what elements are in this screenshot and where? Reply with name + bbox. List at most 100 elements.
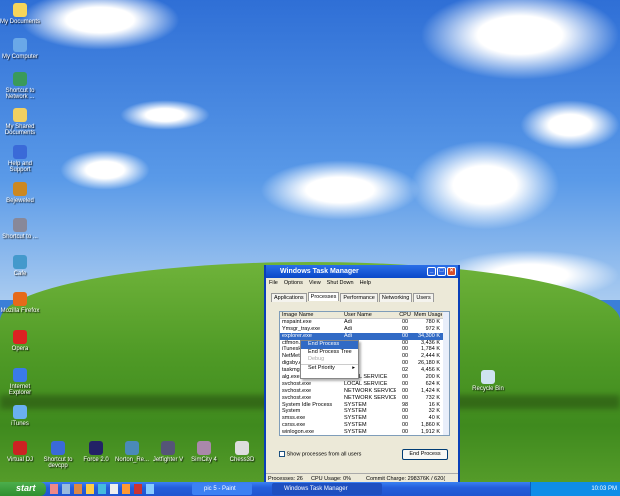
desktop-icon[interactable]: My Shared Documents bbox=[0, 108, 40, 136]
cloud bbox=[410, 140, 560, 230]
desktop-icon[interactable]: Norton_Re... bbox=[112, 441, 152, 463]
table-row[interactable]: explorer.exe Adi 00 34,300 K bbox=[280, 332, 449, 340]
desktop-icon[interactable]: My Computer bbox=[0, 38, 40, 60]
shortcut-icon bbox=[13, 330, 27, 344]
cell: 00 bbox=[401, 415, 409, 422]
desktop-icon[interactable]: Opera bbox=[0, 330, 40, 352]
shortcut-icon bbox=[13, 368, 27, 382]
taskbar-button-paint[interactable]: pic 5 - Paint bbox=[192, 483, 252, 495]
desktop-icon-recycle-bin[interactable]: Recycle Bin bbox=[468, 370, 508, 392]
cell: 00 bbox=[401, 339, 409, 346]
quick-launch-icon[interactable] bbox=[122, 484, 130, 494]
header-image-name[interactable]: Image Name bbox=[280, 312, 344, 318]
quick-launch-icon[interactable] bbox=[50, 484, 58, 494]
desktop-icon[interactable]: Mozilla Firefox bbox=[0, 292, 40, 314]
table-row[interactable]: svchost.exe NETWORK SERVICE 00 732 K bbox=[280, 395, 449, 402]
tab-users[interactable]: Users bbox=[413, 293, 434, 302]
desktop-icon[interactable]: Cafe bbox=[0, 255, 40, 277]
cell: svchost.exe bbox=[282, 380, 312, 387]
start-label: start bbox=[16, 483, 36, 493]
icon-label: Opera bbox=[11, 346, 29, 352]
header-cpu[interactable]: CPU bbox=[396, 312, 414, 318]
icon-label: Mozilla Firefox bbox=[0, 308, 40, 314]
menu-options[interactable]: Options bbox=[284, 280, 303, 286]
quick-launch-icon[interactable] bbox=[98, 484, 106, 494]
menu-end-process[interactable]: End Process bbox=[301, 341, 358, 349]
shortcut-icon bbox=[13, 405, 27, 419]
header-mem-usage[interactable]: Mem Usage bbox=[414, 312, 442, 318]
icon-label: My Documents bbox=[0, 19, 41, 25]
desktop-icon[interactable]: Internet Explorer bbox=[0, 368, 40, 396]
minimize-button[interactable]: _ bbox=[427, 267, 436, 276]
quick-launch-icon[interactable] bbox=[134, 484, 142, 494]
icon-label: Recycle Bin bbox=[472, 386, 504, 392]
shortcut-icon bbox=[13, 38, 27, 52]
cell: SYSTEM bbox=[344, 408, 367, 415]
cell: 1,912 K bbox=[421, 429, 440, 436]
header-user-name[interactable]: User Name bbox=[344, 312, 396, 318]
menu-help[interactable]: Help bbox=[360, 280, 371, 286]
menu-shut-down[interactable]: Shut Down bbox=[327, 280, 354, 286]
start-button[interactable]: start bbox=[0, 482, 46, 496]
tab-processes[interactable]: Processes bbox=[307, 292, 340, 301]
table-row[interactable]: smss.exe SYSTEM 00 40 K bbox=[280, 415, 449, 422]
cell: 00 bbox=[401, 353, 409, 360]
desktop-icon[interactable]: Shortcut to devcpp bbox=[38, 441, 78, 469]
shortcut-icon bbox=[13, 72, 27, 86]
tab-networking[interactable]: Networking bbox=[378, 293, 413, 302]
table-row[interactable]: mspaint.exe Adi 00 780 K bbox=[280, 319, 449, 326]
recycle-bin-icon bbox=[481, 370, 495, 384]
desktop-icon[interactable]: Jetfighter V bbox=[148, 441, 188, 463]
column-headers: Image Name User Name CPU Mem Usage bbox=[280, 312, 449, 319]
desktop-icon[interactable]: Help and Support bbox=[0, 145, 40, 173]
table-row[interactable]: svchost.exe LOCAL SERVICE 00 624 K bbox=[280, 381, 449, 388]
cell: SYSTEM bbox=[344, 415, 367, 422]
close-button[interactable]: × bbox=[447, 267, 456, 276]
cell: svchost.exe bbox=[282, 387, 312, 394]
cell: System Idle Process bbox=[282, 401, 333, 408]
tab-performance[interactable]: Performance bbox=[340, 293, 378, 302]
clock[interactable]: 10:03 PM bbox=[591, 486, 617, 492]
table-row[interactable]: csrss.exe SYSTEM 00 1,860 K bbox=[280, 422, 449, 429]
desktop-icon[interactable]: Shortcut to Network ... bbox=[0, 72, 40, 100]
quick-launch-icon[interactable] bbox=[110, 484, 118, 494]
menu-view[interactable]: View bbox=[309, 280, 321, 286]
end-process-button[interactable]: End Process bbox=[402, 449, 448, 460]
tab-applications[interactable]: Applications bbox=[271, 293, 307, 302]
table-row[interactable]: System SYSTEM 00 32 K bbox=[280, 408, 449, 415]
vertical-scrollbar[interactable] bbox=[443, 312, 449, 435]
desktop-icon[interactable]: Chess3D bbox=[222, 441, 262, 463]
desktop-icon[interactable]: Bejeweled bbox=[0, 182, 40, 204]
cell: 00 bbox=[401, 394, 409, 401]
taskbar-button-task-manager[interactable]: Windows Task Manager bbox=[272, 483, 382, 495]
table-row[interactable]: Ymsgr_tray.exe Adi 00 972 K bbox=[280, 326, 449, 333]
cell: explorer.exe bbox=[282, 332, 312, 339]
title-bar[interactable]: Windows Task Manager _ □ × bbox=[266, 265, 458, 278]
maximize-button[interactable]: □ bbox=[437, 267, 446, 276]
quick-launch-icon[interactable] bbox=[74, 484, 82, 494]
table-row[interactable]: winlogon.exe SYSTEM 00 1,912 K bbox=[280, 429, 449, 436]
icon-label: SimCity 4 bbox=[191, 457, 217, 463]
desktop-icon[interactable]: Force 2.0 bbox=[76, 441, 116, 463]
desktop-icon[interactable]: iTunes bbox=[0, 405, 40, 427]
system-tray: 10:03 PM bbox=[530, 482, 620, 496]
show-all-users-checkbox[interactable]: Show processes from all users bbox=[279, 451, 361, 457]
desktop-icon[interactable]: Virtual DJ bbox=[0, 441, 40, 463]
quick-launch-icon[interactable] bbox=[62, 484, 70, 494]
icon-label: Shortcut to Network ... bbox=[5, 88, 35, 100]
cell: 00 bbox=[401, 408, 409, 415]
cell: SYSTEM bbox=[344, 429, 367, 436]
cloud bbox=[260, 160, 420, 220]
cell: 3,436 K bbox=[421, 339, 440, 346]
quick-launch-icon[interactable] bbox=[86, 484, 94, 494]
menu-file[interactable]: File bbox=[269, 280, 278, 286]
desktop-icon[interactable]: Shortcut to ... bbox=[0, 218, 40, 240]
table-row[interactable]: System Idle Process SYSTEM 98 16 K bbox=[280, 402, 449, 409]
quick-launch-icon[interactable] bbox=[146, 484, 154, 494]
cell: 200 K bbox=[425, 374, 440, 381]
desktop-icon[interactable]: My Documents bbox=[0, 3, 40, 25]
table-row[interactable]: svchost.exe NETWORK SERVICE 00 1,424 K bbox=[280, 388, 449, 395]
menu-end-process-tree[interactable]: End Process Tree bbox=[301, 349, 358, 357]
desktop-icon[interactable]: SimCity 4 bbox=[184, 441, 224, 463]
menu-set-priority[interactable]: Set Priority ▸ bbox=[301, 363, 358, 372]
